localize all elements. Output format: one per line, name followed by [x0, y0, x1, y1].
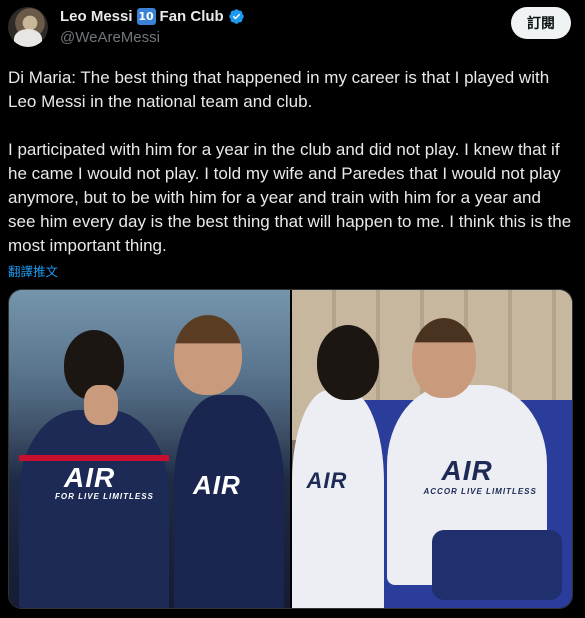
display-name[interactable]: Leo Messi — [60, 8, 133, 25]
jersey-sponsor-text: ACCOR LIVE LIMITLESS — [423, 487, 537, 496]
verified-badge-icon — [228, 9, 244, 24]
name-row[interactable]: Leo Messi 10 Fan Club — [60, 8, 245, 25]
player-head — [411, 318, 476, 398]
avatar[interactable] — [8, 7, 48, 47]
player-hand — [84, 385, 118, 425]
jersey-wordmark: AIR — [64, 462, 116, 493]
follow-button[interactable]: 訂閱 — [511, 7, 571, 39]
jersey-wordmark: AIR — [441, 455, 493, 486]
player-shirt — [174, 395, 284, 608]
jersey-sponsor-text: FOR LIVE LIMITLESS — [55, 492, 154, 501]
jersey-stripe — [19, 455, 169, 461]
translate-tweet-link[interactable]: 翻譯推文 — [8, 261, 58, 280]
photo-right[interactable]: AIR AIR ACCOR LIVE LIMITLESS — [291, 290, 572, 608]
tweet-media[interactable]: AIR FOR LIVE LIMITLESS AIR AIR AIR ACCOR… — [8, 289, 573, 609]
stadium-background — [9, 290, 290, 400]
jersey-wordmark: AIR — [193, 470, 241, 500]
account-handle[interactable]: @WeAreMessi — [60, 29, 160, 46]
number-ten-badge-icon: 10 — [136, 8, 156, 25]
player-head — [316, 325, 379, 400]
jersey-wordmark: AIR — [306, 468, 348, 493]
player-shirt — [19, 410, 169, 608]
photo-left[interactable]: AIR FOR LIVE LIMITLESS AIR — [9, 290, 290, 608]
player-head — [174, 315, 242, 395]
club-suffix[interactable]: Fan Club — [160, 8, 224, 25]
tweet-text: Di Maria: The best thing that happened i… — [8, 68, 572, 255]
player-shirt — [291, 390, 384, 608]
tweet-header: Leo Messi 10 Fan Club @WeAreMessi 訂閱 — [8, 6, 571, 50]
player-shorts — [431, 530, 562, 600]
